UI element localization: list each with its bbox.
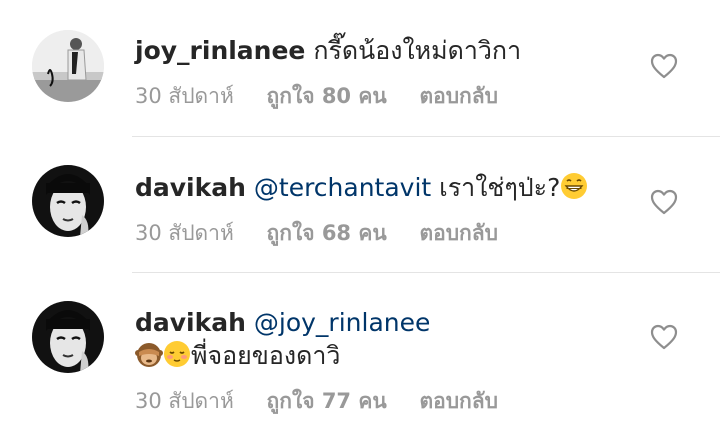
comment-text: davikah @terchantavit เราใช่ๆป่ะ?: [135, 171, 630, 204]
comment-likes[interactable]: ถูกใจ 77 คน: [267, 389, 387, 413]
comment-username[interactable]: davikah: [135, 308, 246, 337]
comment-meta: 30 สัปดาห์ ถูกใจ 68 คน ตอบกลับ: [135, 217, 524, 250]
comment-likes[interactable]: ถูกใจ 80 คน: [267, 84, 387, 108]
comment-username[interactable]: davikah: [135, 173, 246, 202]
comment-mention[interactable]: @joy_rinlanee: [254, 308, 430, 337]
comment-item: davikah @joy_rinlanee พี่จอยของดาวิ 30 ส…: [0, 273, 720, 440]
avatar[interactable]: [32, 30, 104, 102]
comment-text: joy_rinlanee กรี๊ดน้องใหม่ดาวิกา: [135, 34, 630, 67]
comment-body: เราใช่ๆป่ะ?: [431, 173, 561, 202]
comment-username[interactable]: joy_rinlanee: [135, 36, 305, 65]
heart-outline-icon[interactable]: [650, 324, 678, 350]
reply-button[interactable]: ตอบกลับ: [419, 389, 498, 413]
comment-likes[interactable]: ถูกใจ 68 คน: [267, 221, 387, 245]
comment-item: davikah @terchantavit เราใช่ๆป่ะ? 30 สัป…: [0, 137, 720, 272]
relieved-face-icon: [163, 340, 191, 368]
reply-button[interactable]: ตอบกลับ: [419, 84, 498, 108]
grinning-face-icon: [560, 172, 588, 200]
comment-item: joy_rinlanee กรี๊ดน้องใหม่ดาวิกา 30 สัปด…: [0, 0, 720, 136]
comment-mention[interactable]: @terchantavit: [254, 173, 431, 202]
comment-body: พี่จอยของดาวิ: [191, 341, 341, 370]
comment-text: davikah @joy_rinlanee พี่จอยของดาวิ: [135, 306, 630, 372]
comment-body: กรี๊ดน้องใหม่ดาวิกา: [313, 36, 522, 65]
comment-time: 30 สัปดาห์: [135, 221, 234, 245]
heart-outline-icon[interactable]: [650, 53, 678, 79]
reply-button[interactable]: ตอบกลับ: [419, 221, 498, 245]
comment-time: 30 สัปดาห์: [135, 389, 234, 413]
see-no-evil-monkey-icon: [135, 340, 163, 368]
avatar[interactable]: [32, 165, 104, 237]
heart-outline-icon[interactable]: [650, 189, 678, 215]
comment-time: 30 สัปดาห์: [135, 84, 234, 108]
avatar[interactable]: [32, 301, 104, 373]
comment-meta: 30 สัปดาห์ ถูกใจ 77 คน ตอบกลับ: [135, 385, 524, 418]
comment-meta: 30 สัปดาห์ ถูกใจ 80 คน ตอบกลับ: [135, 80, 524, 113]
